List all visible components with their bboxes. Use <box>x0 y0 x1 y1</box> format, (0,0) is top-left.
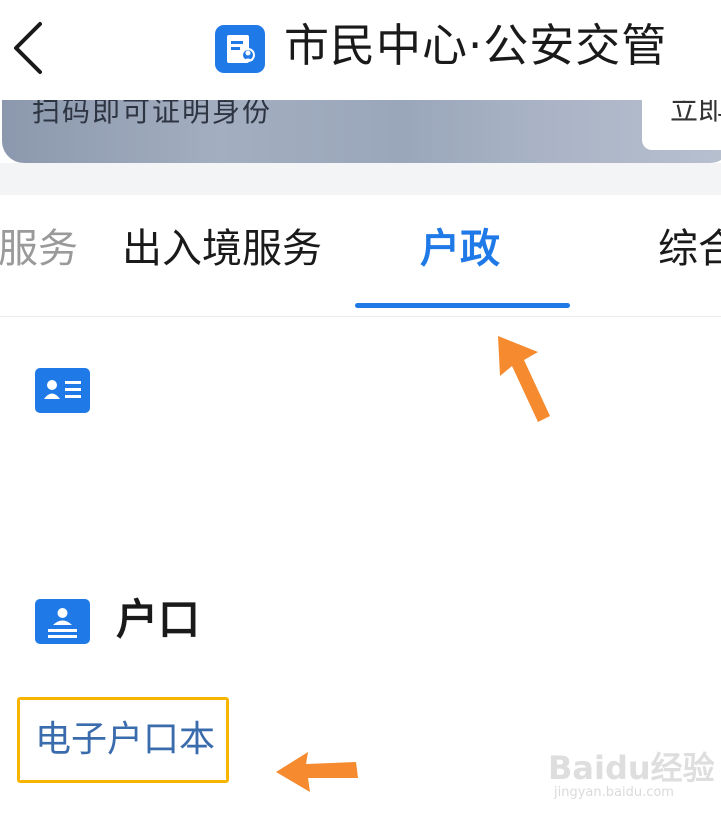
section-gap <box>0 163 721 195</box>
id-card-icon <box>35 368 90 413</box>
chevron-left-icon <box>14 22 42 74</box>
banner-text: 扫码即可证明身份 <box>32 100 273 128</box>
tab-household[interactable]: 户政 <box>420 223 500 275</box>
tabs-divider <box>0 316 721 317</box>
active-tab-indicator <box>355 303 570 308</box>
category-tabs: 服务 出入境服务 户政 综合 <box>0 195 721 313</box>
annotation-arrow-icon-2 <box>276 752 358 792</box>
page-title: 市民中心·公安交管 <box>284 19 668 72</box>
tab-services[interactable]: 服务 <box>0 223 78 275</box>
household-register-icon <box>35 599 90 644</box>
banner-action-button[interactable]: 立即 <box>642 100 721 150</box>
e-household-register-item[interactable]: 电子户口本 <box>17 697 229 783</box>
top-bar: 市民中心·公安交管 <box>0 0 721 100</box>
annotation-arrow-icon <box>498 336 550 422</box>
document-person-icon <box>215 25 265 73</box>
back-button[interactable] <box>6 18 50 78</box>
watermark-logo: Baidu经验 <box>548 749 715 787</box>
section-title-household: 户口 <box>116 595 201 644</box>
banner-action-label: 立即 <box>670 100 721 126</box>
tab-immigration[interactable]: 出入境服务 <box>122 223 322 275</box>
tab-general[interactable]: 综合 <box>658 223 721 275</box>
item-label: 电子户口本 <box>35 719 216 760</box>
baidu-watermark: Baidu经验 jingyan.baidu.com <box>548 735 715 810</box>
promo-banner[interactable]: 扫码即可证明身份 立即 <box>2 100 721 163</box>
watermark-url: jingyan.baidu.com <box>554 785 674 800</box>
